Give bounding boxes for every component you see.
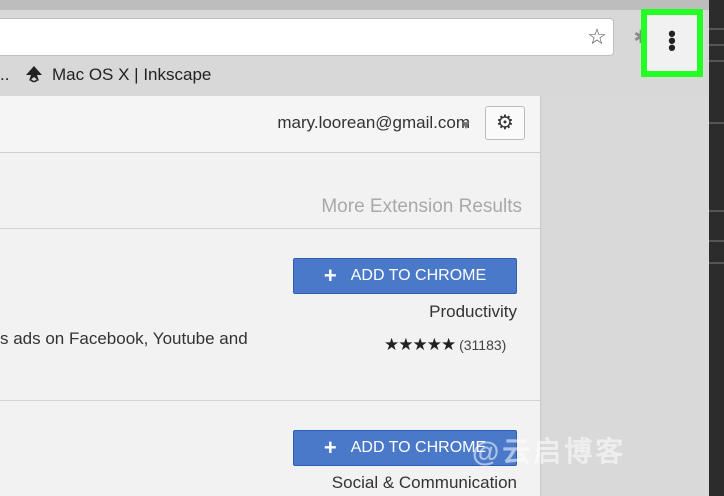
address-bar[interactable] bbox=[0, 18, 614, 56]
extension-category: Social & Communication bbox=[331, 473, 517, 492]
account-email[interactable]: mary.loorean@gmail.com bbox=[277, 113, 470, 133]
tab-strip bbox=[0, 0, 724, 10]
bookmark-label: Mac OS X | Inkscape bbox=[52, 65, 212, 84]
inkscape-icon bbox=[26, 66, 42, 83]
add-to-chrome-label: ADD TO CHROME bbox=[350, 439, 487, 456]
divider bbox=[0, 400, 540, 401]
settings-button[interactable]: ⚙ bbox=[485, 106, 525, 140]
extension-description: s ads on Facebook, Youtube and bbox=[0, 329, 248, 348]
plus-icon: + bbox=[323, 435, 337, 460]
rating-count: (31183) bbox=[459, 337, 507, 353]
more-extension-results-link[interactable]: More Extension Results bbox=[321, 196, 522, 218]
account-bar: mary.loorean@gmail.com ▼ ⚙ bbox=[0, 96, 540, 153]
bookmarks-bar: .. Mac OS X | Inkscape bbox=[0, 62, 640, 88]
menu-button-highlight[interactable]: • • • bbox=[641, 9, 703, 77]
browser-toolbar: ☆ ✱ ••• .. Mac OS X | Inkscape bbox=[0, 0, 724, 96]
add-to-chrome-button[interactable]: + ADD TO CHROME bbox=[293, 258, 517, 294]
watermark: @云启博客 bbox=[472, 436, 627, 467]
rating-stars: ★★★★★ bbox=[384, 335, 456, 354]
divider bbox=[0, 228, 540, 229]
extension-rating: ★★★★★ (31183) bbox=[384, 335, 506, 355]
star-icon[interactable]: ☆ bbox=[585, 25, 609, 49]
chevron-down-icon[interactable]: ▼ bbox=[460, 118, 472, 132]
extension-category: Productivity bbox=[429, 302, 517, 321]
add-to-chrome-label: ADD TO CHROME bbox=[350, 267, 487, 284]
three-dots-menu-icon[interactable]: • • • bbox=[647, 23, 697, 59]
plus-icon: + bbox=[323, 263, 337, 288]
bookmarks-overflow[interactable]: .. bbox=[0, 62, 9, 88]
bookmark-item-inkscape[interactable]: Mac OS X | Inkscape bbox=[24, 62, 211, 88]
window-edge bbox=[709, 0, 724, 496]
gear-icon: ⚙ bbox=[496, 112, 514, 134]
web-store-page: mary.loorean@gmail.com ▼ ⚙ More Extensio… bbox=[0, 96, 541, 496]
